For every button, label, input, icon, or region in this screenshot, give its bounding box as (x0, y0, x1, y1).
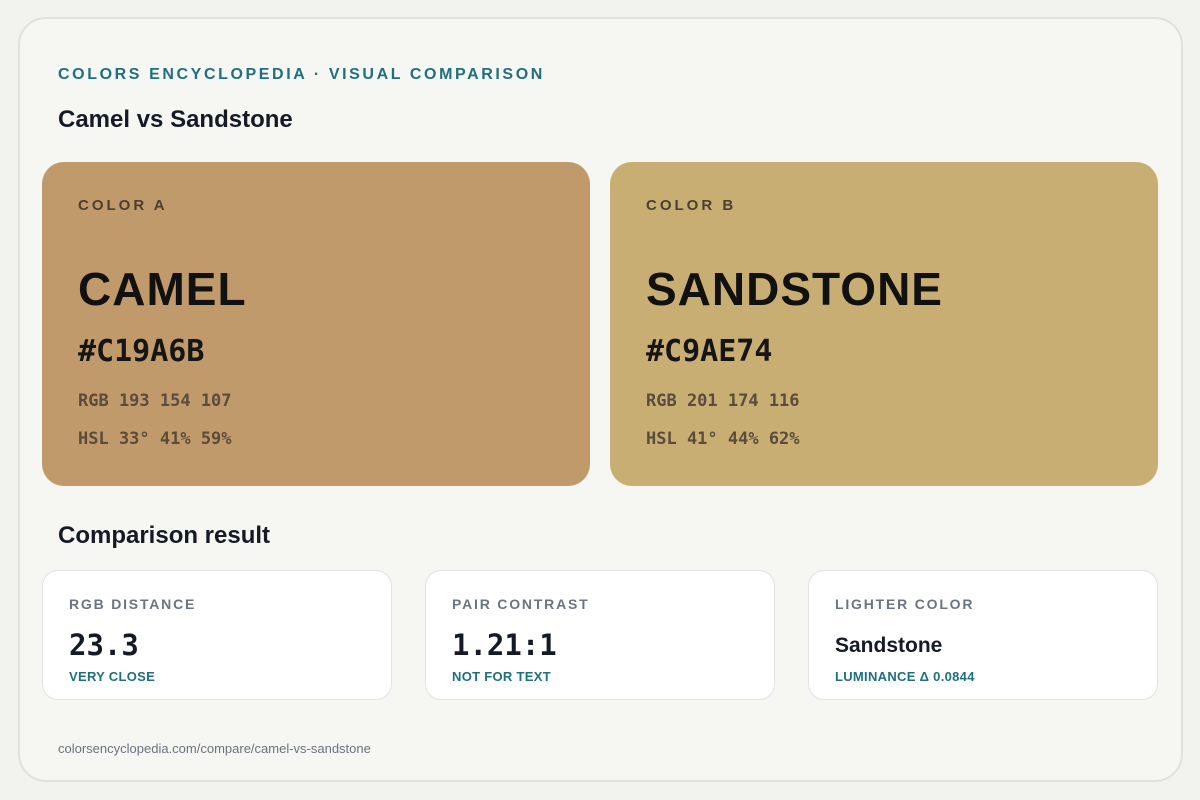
color-b-label: COLOR B (646, 197, 737, 214)
metric-label: LIGHTER COLOR (835, 596, 975, 612)
color-a-label: COLOR A (78, 197, 168, 214)
metric-value: 1.21:1 (452, 628, 557, 662)
color-b-name: SANDSTONE (646, 263, 943, 315)
metric-value: 23.3 (69, 628, 139, 662)
color-a-hex[interactable]: #C19A6B (78, 334, 204, 369)
metric-card-lighter-color: LIGHTER COLOR Sandstone LUMINANCE Δ 0.08… (808, 570, 1158, 700)
color-a-rgb: RGB 193 154 107 (78, 391, 232, 411)
metric-verdict: LUMINANCE Δ 0.0844 (835, 669, 975, 684)
color-b-rgb: RGB 201 174 116 (646, 391, 800, 411)
metric-value: Sandstone (835, 634, 943, 657)
metric-label: PAIR CONTRAST (452, 596, 590, 612)
source-url[interactable]: colorsencyclopedia.com/compare/camel-vs-… (58, 741, 371, 756)
color-a-name: CAMEL (78, 263, 247, 315)
comparison-result-title: Comparison result (58, 522, 271, 549)
page-eyebrow: COLORS ENCYCLOPEDIA · VISUAL COMPARISON (58, 66, 545, 83)
color-b-hex[interactable]: #C9AE74 (646, 334, 772, 369)
page-title: Camel vs Sandstone (58, 106, 293, 133)
metric-label: RGB DISTANCE (69, 596, 197, 612)
metric-card-rgb-distance: RGB DISTANCE 23.3 VERY CLOSE (42, 570, 392, 700)
color-a-swatch[interactable]: COLOR A CAMEL #C19A6B RGB 193 154 107 HS… (42, 162, 590, 486)
color-b-hsl: HSL 41° 44% 62% (646, 429, 800, 449)
color-a-hsl: HSL 33° 41% 59% (78, 429, 232, 449)
metric-card-pair-contrast: PAIR CONTRAST 1.21:1 NOT FOR TEXT (425, 570, 775, 700)
color-b-swatch[interactable]: COLOR B SANDSTONE #C9AE74 RGB 201 174 11… (610, 162, 1158, 486)
metric-verdict: NOT FOR TEXT (452, 669, 551, 684)
metric-verdict: VERY CLOSE (69, 669, 156, 684)
